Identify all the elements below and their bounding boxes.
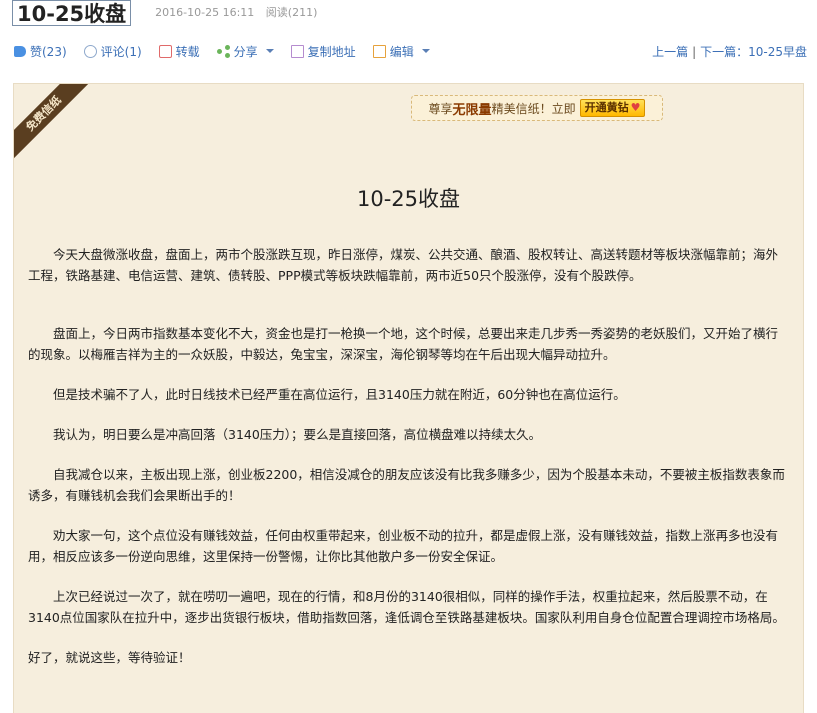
promo-highlight: 无限量 [452, 102, 492, 118]
prev-post-link[interactable]: 上一篇 [652, 45, 688, 59]
paragraph: 但是技术骗不了人，此时日线技术已经严重在高位运行，且3140压力就在附近，60分… [28, 387, 626, 402]
repost-label: 转载 [175, 44, 200, 59]
heart-icon: ♥ [630, 101, 641, 114]
chevron-down-icon [421, 49, 430, 53]
post-toolbar: 赞(23) 评论(1) 转载 分享 复制地址 编辑 上一篇 | 下一篇：10-25早… [14, 42, 807, 60]
copy-icon [290, 44, 304, 58]
open-vip-button[interactable]: 开通黄钻 ♥ [579, 99, 646, 117]
paragraph: 今天大盘微涨收盘，盘面上，两市个股涨跌互现，昨日涨停，煤炭、公共交通、酿酒、股权… [28, 247, 779, 283]
copy-link-button[interactable]: 复制地址 [290, 43, 356, 60]
next-post-link[interactable]: 下一篇：10-25早盘 [700, 45, 807, 59]
letter-paper: 免费信纸 尊享 无限量 精美信纸！立即 开通黄钻 ♥ 10-25收盘 今天大盘微涨收盘… [13, 83, 804, 713]
paragraph: 劝大家一句，这个点位没有赚钱效益，任何由权重带起来，创业板不动的拉升，都是虚假上… [28, 528, 779, 564]
comment-icon [83, 44, 97, 58]
copy-link-label: 复制地址 [307, 44, 356, 59]
paragraph: 上次已经说过一次了，就在唠叨一遍吧，现在的行情，和8月份的3140很相似，同样的… [28, 589, 785, 625]
paragraph: 自我减仓以来，主板出现上涨，创业板2200，相信没减仓的朋友应该没有比我多赚多少… [28, 467, 785, 503]
edit-button[interactable]: 编辑 [372, 43, 430, 60]
edit-label: 编辑 [389, 44, 414, 59]
chevron-down-icon [265, 49, 274, 53]
thumbs-up-icon [14, 45, 26, 57]
paragraph: 好了，就说这些，等待验证！ [28, 650, 191, 665]
repost-button[interactable]: 转载 [158, 43, 200, 60]
post-meta: 2016-10-25 16:11 阅读(211) [155, 0, 317, 26]
nav-separator: | [692, 44, 697, 59]
comment-button[interactable]: 评论(1) [83, 43, 142, 60]
ribbon-label: 免费信纸 [14, 84, 94, 164]
post-datetime: 2016-10-25 16:11 [155, 6, 255, 19]
edit-icon [372, 44, 386, 58]
comment-label: 评论(1) [100, 44, 142, 59]
repost-icon [158, 44, 172, 58]
free-paper-ribbon: 免费信纸 [14, 84, 94, 164]
share-label: 分享 [233, 44, 258, 59]
post-views: 阅读(211) [265, 6, 318, 19]
promo-prefix: 尊享 [428, 101, 453, 116]
paragraph: 盘面上，今日两市指数基本变化不大，资金也是打一枪换一个地，这个时候，总要出来走几… [28, 326, 779, 362]
vip-promo-banner[interactable]: 尊享 无限量 精美信纸！立即 开通黄钻 ♥ [411, 95, 663, 121]
promo-suffix: 精美信纸！立即 [491, 101, 576, 116]
share-button[interactable]: 分享 [216, 43, 274, 60]
article-body: 今天大盘微涨收盘，盘面上，两市个股涨跌互现，昨日涨停，煤炭、公共交通、酿酒、股权… [28, 244, 787, 687]
post-navigation: 上一篇 | 下一篇：10-25早盘 [652, 43, 807, 60]
share-icon [216, 44, 230, 58]
like-label: 赞(23) [30, 44, 67, 59]
post-header: 10-25收盘 2016-10-25 16:11 阅读(211) [12, 0, 317, 26]
like-button[interactable]: 赞(23) [14, 43, 67, 60]
post-title: 10-25收盘 [12, 0, 132, 26]
open-vip-label: 开通黄钻 [584, 101, 629, 114]
paragraph: 我认为，明日要么是冲高回落（3140压力）；要么是直接回落，高位横盘难以持续太久… [28, 427, 542, 442]
content-title: 10-25收盘 [356, 187, 461, 211]
